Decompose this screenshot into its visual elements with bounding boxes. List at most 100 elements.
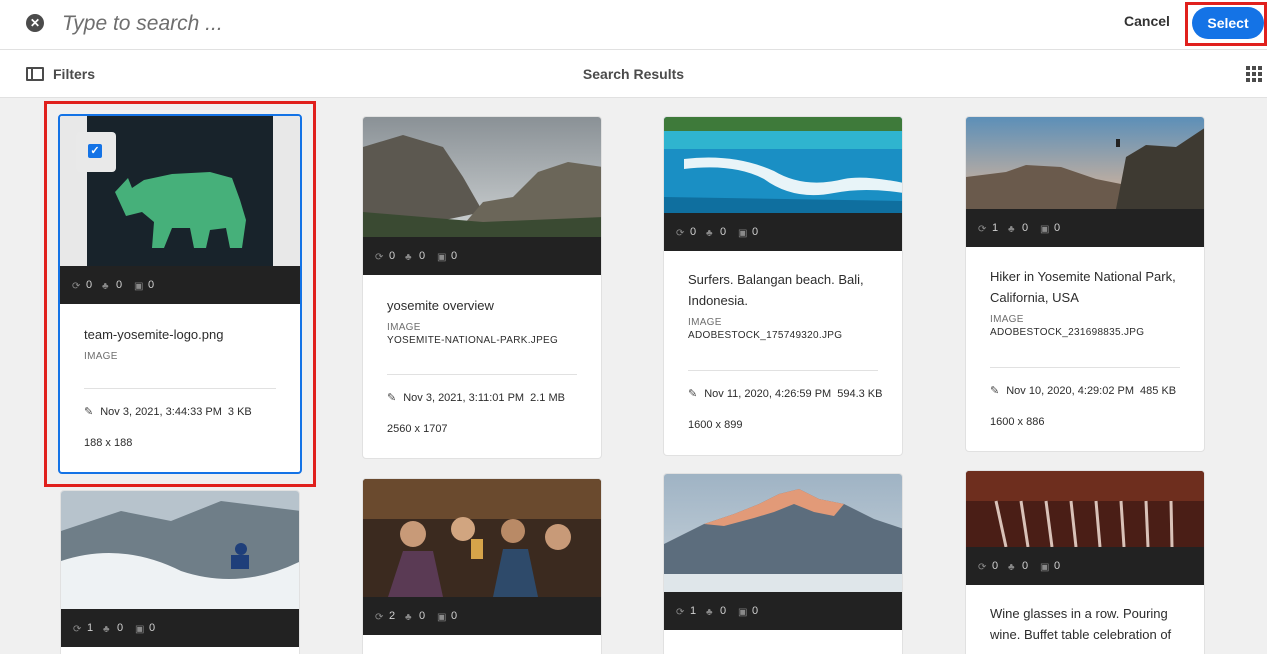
sync-stat: ⟳ 2 (375, 610, 395, 623)
asset-card-hiker-yosemite[interactable]: ⟳ 1 ♣ 0 ▣ 0 Hiker in Yosemite National Park… (965, 116, 1205, 452)
users-count: 0 (117, 622, 124, 634)
sync-icon: ⟳ (375, 252, 384, 263)
grid-view-icon[interactable] (1246, 66, 1262, 82)
asset-card-snowboarder[interactable]: ⟳ 1 ♣ 0 ▣ 0 (60, 490, 300, 654)
comment-count: 0 (451, 250, 458, 262)
asset-card-team-yosemite-logo[interactable]: ✓ ⟳ 0 ♣ 0 ▣ 0 team-yosemite-logo.png IMAGE … (58, 114, 302, 474)
asset-stats: ⟳ 0 ♣ 0 ▣ 0 (60, 266, 300, 304)
sync-stat: ⟳ 0 (978, 560, 998, 573)
asset-size: 2.1 MB (530, 392, 565, 404)
comment-count: 0 (1054, 560, 1061, 572)
users-stat: ♣ 0 (1008, 222, 1028, 235)
users-count: 0 (1022, 560, 1029, 572)
asset-dimensions: 188 x 188 (84, 437, 133, 449)
users-count: 0 (1022, 222, 1029, 234)
users-stat: ♣ 0 (706, 605, 726, 618)
sync-icon: ⟳ (375, 612, 384, 623)
users-stat: ♣ 0 (405, 610, 425, 623)
comment-stat: ▣ 0 (1040, 222, 1060, 235)
sync-count: 2 (389, 610, 396, 622)
sync-stat: ⟳ 0 (72, 279, 92, 292)
asset-thumbnail (61, 491, 299, 609)
comment-stat: ▣ 0 (135, 622, 155, 635)
users-icon: ♣ (1008, 562, 1015, 573)
asset-card-friends-toast[interactable]: ⟳ 2 ♣ 0 ▣ 0 (362, 478, 602, 654)
users-icon: ♣ (706, 607, 713, 618)
comment-count: 0 (752, 605, 759, 617)
sync-stat: ⟳ 0 (676, 226, 696, 239)
checkbox-icon[interactable]: ✓ (88, 144, 102, 158)
asset-type: IMAGE (387, 322, 421, 333)
sync-count: 1 (992, 222, 999, 234)
cancel-button[interactable]: Cancel (1124, 13, 1170, 35)
asset-stats: ⟳ 1 ♣ 0 ▣ 0 (966, 209, 1204, 247)
asset-card-wine-glasses[interactable]: ⟳ 0 ♣ 0 ▣ 0 Wine glasses in a row. Pouring … (965, 470, 1205, 654)
select-button[interactable]: Select (1192, 7, 1264, 39)
asset-date: Nov 3, 2021, 3:11:01 PM (403, 392, 525, 404)
users-count: 0 (116, 279, 123, 291)
users-stat: ♣ 0 (1008, 560, 1028, 573)
sync-stat: ⟳ 1 (978, 222, 998, 235)
sync-count: 0 (389, 250, 396, 262)
divider (387, 374, 577, 375)
asset-info: team-yosemite-logo.png IMAGE (84, 324, 280, 362)
asset-info: Hiker in Yosemite National Park, Califor… (990, 266, 1184, 338)
users-count: 0 (419, 610, 426, 622)
asset-title: Hiker in Yosemite National Park, Califor… (990, 269, 1176, 305)
asset-type: IMAGE (990, 314, 1024, 325)
comment-icon: ▣ (1040, 224, 1050, 235)
asset-title: yosemite overview (387, 298, 494, 313)
selection-checkbox[interactable]: ✓ (76, 132, 116, 172)
users-icon: ♣ (405, 252, 412, 263)
asset-thumbnail (966, 117, 1204, 209)
users-stat: ♣ 0 (405, 250, 425, 263)
asset-date: Nov 11, 2020, 4:26:59 PM (704, 388, 832, 400)
comment-icon: ▣ (738, 228, 748, 239)
asset-dimensions: 1600 x 886 (990, 416, 1045, 428)
users-icon: ♣ (706, 228, 713, 239)
comment-stat: ▣ 0 (437, 610, 457, 623)
pencil-icon: ✎ (84, 406, 94, 418)
results-grid: ✓ ⟳ 0 ♣ 0 ▣ 0 team-yosemite-logo.png IMAGE … (0, 99, 1267, 654)
asset-info: Surfers. Balangan beach. Bali, Indonesia… (688, 269, 882, 341)
asset-stats: ⟳ 0 ♣ 0 ▣ 0 (664, 213, 902, 251)
asset-card-yosemite-overview[interactable]: ⟳ 0 ♣ 0 ▣ 0 yosemite overview IMAGE YOSEMIT… (362, 116, 602, 459)
asset-thumbnail (363, 117, 601, 237)
comment-icon: ▣ (437, 612, 447, 623)
comment-icon: ▣ (135, 624, 145, 635)
asset-filename: YOSEMITE-NATIONAL-PARK.JPEG (387, 335, 559, 346)
comment-count: 0 (752, 226, 759, 238)
asset-thumbnail (966, 471, 1204, 547)
sync-icon: ⟳ (73, 624, 82, 635)
asset-title: Wine glasses in a row. Pouring wine. Buf… (990, 606, 1172, 642)
asset-meta: ✎ Nov 11, 2020, 4:26:59 PM 594.3 KB (688, 387, 882, 400)
asset-filename: ADOBESTOCK_175749320.JPG (688, 330, 843, 341)
asset-card-surfers[interactable]: ⟳ 0 ♣ 0 ▣ 0 Surfers. Balangan beach. Bali, … (663, 116, 903, 456)
asset-size: 3 KB (227, 406, 252, 418)
asset-card-mountains[interactable]: ⟳ 1 ♣ 0 ▣ 0 (663, 473, 903, 654)
page-title: Search Results (582, 66, 685, 82)
divider (688, 370, 878, 371)
sync-icon: ⟳ (676, 228, 685, 239)
users-icon: ♣ (102, 281, 109, 292)
search-input[interactable] (62, 8, 962, 40)
comment-stat: ▣ 0 (738, 226, 758, 239)
asset-info: Wine glasses in a row. Pouring wine. Buf… (990, 603, 1184, 645)
pencil-icon: ✎ (688, 388, 698, 400)
sync-icon: ⟳ (978, 224, 987, 235)
users-stat: ♣ 0 (102, 279, 122, 292)
sync-icon: ⟳ (72, 281, 81, 292)
users-icon: ♣ (1008, 224, 1015, 235)
asset-stats: ⟳ 1 ♣ 0 ▣ 0 (61, 609, 299, 647)
users-stat: ♣ 0 (706, 226, 726, 239)
asset-size: 485 KB (1140, 385, 1177, 397)
close-icon[interactable]: ✕ (26, 14, 44, 32)
users-count: 0 (720, 605, 727, 617)
sync-icon: ⟳ (676, 607, 685, 618)
comment-icon: ▣ (1040, 562, 1050, 573)
search-bar: ✕ Cancel Select (0, 0, 1267, 50)
comment-icon: ▣ (738, 607, 748, 618)
asset-meta: ✎ Nov 3, 2021, 3:44:33 PM 3 KB (84, 405, 252, 418)
asset-type: IMAGE (688, 317, 722, 328)
comment-count: 0 (451, 610, 458, 622)
